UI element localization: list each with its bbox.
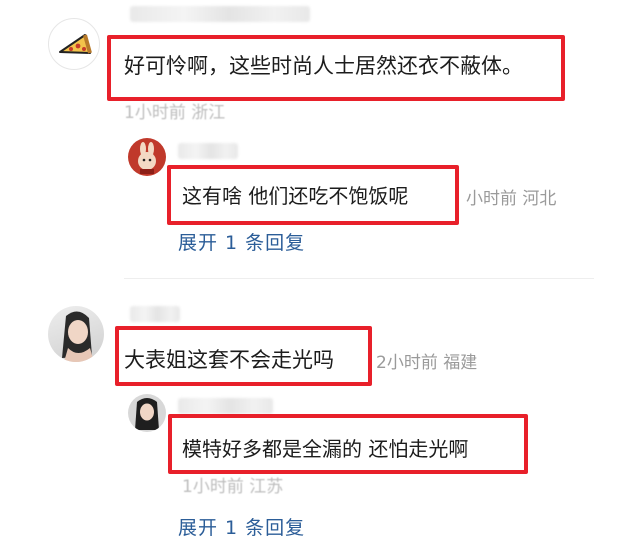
username-blurred[interactable]	[178, 398, 273, 414]
expand-replies-link[interactable]: 展开 1 条回复	[178, 513, 305, 540]
pizza-icon	[59, 34, 92, 54]
woman-avatar	[135, 398, 159, 430]
comment-meta: 2小时前 福建	[376, 353, 478, 373]
highlight-box	[168, 414, 528, 474]
rabbit-avatar	[138, 142, 156, 174]
divider	[124, 278, 594, 279]
avatar[interactable]	[128, 138, 166, 176]
highlight-box	[115, 326, 372, 386]
expand-replies-link[interactable]: 展开 1 条回复	[178, 228, 305, 255]
avatar[interactable]	[48, 18, 100, 70]
comment-meta: 1小时前 浙江	[124, 103, 226, 123]
username-blurred[interactable]	[178, 143, 238, 159]
highlight-box	[107, 35, 565, 101]
reply-meta: 1小时前 江苏	[182, 477, 284, 497]
avatar[interactable]	[48, 306, 104, 362]
woman-avatar	[62, 311, 94, 362]
highlight-box	[167, 165, 459, 225]
reply-meta: 小时前 河北	[466, 189, 557, 209]
username-blurred[interactable]	[130, 6, 310, 22]
username-blurred[interactable]	[130, 306, 180, 322]
avatar[interactable]	[128, 394, 166, 432]
